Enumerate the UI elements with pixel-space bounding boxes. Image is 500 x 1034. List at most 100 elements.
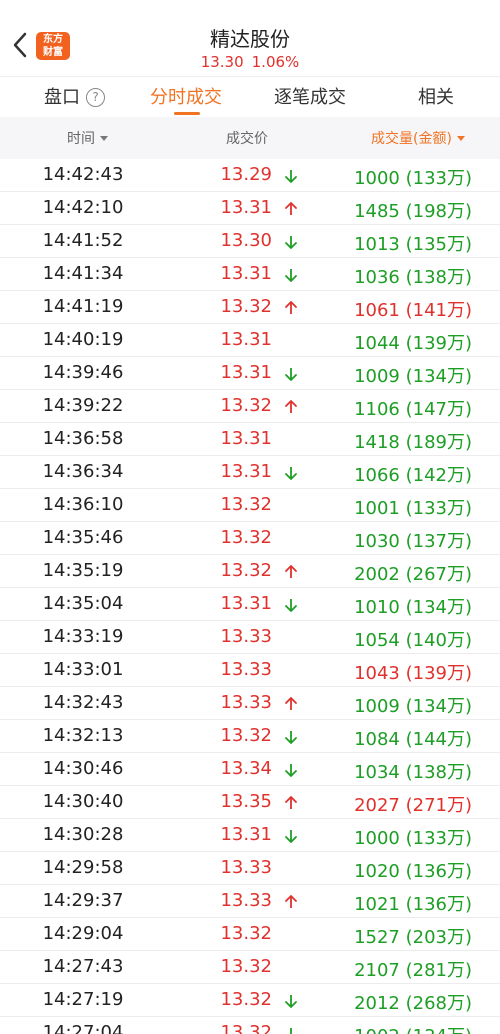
trade-volume: 1002 (134万) [354,1022,472,1034]
arrow-down-icon [285,764,297,777]
time-column-sort[interactable]: 时间 [67,128,108,148]
arrow-up-icon [285,565,297,578]
tab-order-book[interactable]: 盘口? [44,83,105,113]
arrow-down-icon [285,731,297,744]
stock-name: 精达股份 [210,27,290,51]
stock-quote: 13.30 1.06% [0,53,500,71]
trade-volume: 1418 (189万) [354,432,472,453]
arrow-down-icon [285,830,297,843]
sort-caret-icon [456,136,465,141]
trade-row: 14:36:34 13.31 1066 (142万) [0,456,500,489]
arrow-up-icon [285,697,297,710]
trade-volume: 1021 (136万) [354,894,472,915]
trade-time: 14:32:43 [42,692,124,713]
trade-price: 13.33 [220,626,272,647]
trade-price: 13.32 [220,560,272,581]
trade-volume: 1000 (133万) [354,828,472,849]
trade-volume: 2027 (271万) [354,795,472,816]
trade-row: 14:36:58 13.31 1418 (189万) [0,423,500,456]
trade-time: 14:35:46 [42,527,124,548]
trade-price: 13.32 [220,296,272,317]
trade-time: 14:42:10 [42,197,124,218]
trade-price: 13.31 [220,329,272,350]
arrow-down-icon [285,170,297,183]
trade-price: 13.32 [220,395,272,416]
arrow-down-icon [285,599,297,612]
trade-row: 14:29:58 13.33 1020 (136万) [0,852,500,885]
trade-volume: 1066 (142万) [354,465,472,486]
trade-row: 14:39:22 13.32 1106 (147万) [0,390,500,423]
trade-row: 14:32:13 13.32 1084 (144万) [0,720,500,753]
trade-volume: 1034 (138万) [354,762,472,783]
trade-volume: 1036 (138万) [354,267,472,288]
trade-volume: 1054 (140万) [354,630,472,651]
trade-time: 14:29:37 [42,890,124,911]
trade-volume: 1013 (135万) [354,234,472,255]
trade-row: 14:39:46 13.31 1009 (134万) [0,357,500,390]
trade-row: 14:35:19 13.32 2002 (267万) [0,555,500,588]
trade-time: 14:36:10 [42,494,124,515]
tab-tick-trades[interactable]: 逐笔成交 [274,83,346,113]
trade-price: 13.31 [220,824,272,845]
trade-price: 13.33 [220,857,272,878]
arrow-down-icon [285,368,297,381]
trade-time: 14:35:04 [42,593,124,614]
trade-volume: 1061 (141万) [354,300,472,321]
trade-time: 14:41:52 [42,230,124,251]
trade-list[interactable]: 14:42:43 13.29 1000 (133万) 14:42:10 13.31 148… [0,159,500,1034]
trade-time: 14:39:22 [42,395,124,416]
trade-volume: 1009 (134万) [354,696,472,717]
trade-price: 13.35 [220,791,272,812]
trade-row: 14:32:43 13.33 1009 (134万) [0,687,500,720]
trade-time: 14:41:34 [42,263,124,284]
trade-volume: 1010 (134万) [354,597,472,618]
trade-price: 13.34 [220,758,272,779]
trade-time: 14:27:19 [42,989,124,1010]
trade-time: 14:30:40 [42,791,124,812]
stock-change-pct: 1.06% [251,53,300,71]
arrow-up-icon [285,400,297,413]
price-column-label: 成交价 [226,131,268,147]
tab-related[interactable]: 相关 [418,83,454,113]
arrow-up-icon [285,202,297,215]
time-column-label: 时间 [67,131,95,147]
trade-row: 14:41:34 13.31 1036 (138万) [0,258,500,291]
help-icon[interactable]: ? [86,88,105,107]
arrow-down-icon [285,236,297,249]
trade-volume: 1044 (139万) [354,333,472,354]
trade-volume: 2002 (267万) [354,564,472,585]
trade-price: 13.31 [220,362,272,383]
trade-price: 13.31 [220,263,272,284]
volume-column-sort[interactable]: 成交量(金额) [371,128,465,148]
trade-price: 13.31 [220,428,272,449]
trade-price: 13.32 [220,527,272,548]
trade-row: 14:42:43 13.29 1000 (133万) [0,159,500,192]
trade-time: 14:42:43 [42,164,124,185]
trade-price: 13.32 [220,1022,272,1034]
trade-price: 13.33 [220,692,272,713]
active-tab-indicator [174,112,200,115]
trade-row: 14:40:19 13.31 1044 (139万) [0,324,500,357]
trade-time: 14:32:13 [42,725,124,746]
trade-volume: 1527 (203万) [354,927,472,948]
column-header: 时间 成交价 成交量(金额) [0,117,500,159]
trade-time: 14:35:19 [42,560,124,581]
trade-volume: 1009 (134万) [354,366,472,387]
trade-volume: 1043 (139万) [354,663,472,684]
trade-volume: 1020 (136万) [354,861,472,882]
tab-label: 相关 [418,87,454,108]
trade-row: 14:30:28 13.31 1000 (133万) [0,819,500,852]
trade-volume: 2012 (268万) [354,993,472,1014]
trade-price: 13.33 [220,659,272,680]
trade-price: 13.32 [220,989,272,1010]
trade-time: 14:30:28 [42,824,124,845]
arrow-down-icon [290,1028,292,1034]
trade-volume: 2107 (281万) [354,960,472,981]
trade-row: 14:42:10 13.31 1485 (198万) [0,192,500,225]
trade-price: 13.33 [220,890,272,911]
trade-volume: 1000 (133万) [354,168,472,189]
stock-price: 13.30 [200,53,244,71]
trade-row: 14:35:46 13.32 1030 (137万) [0,522,500,555]
trade-price: 13.32 [220,923,272,944]
tab-time-sales[interactable]: 分时成交 [150,83,222,113]
